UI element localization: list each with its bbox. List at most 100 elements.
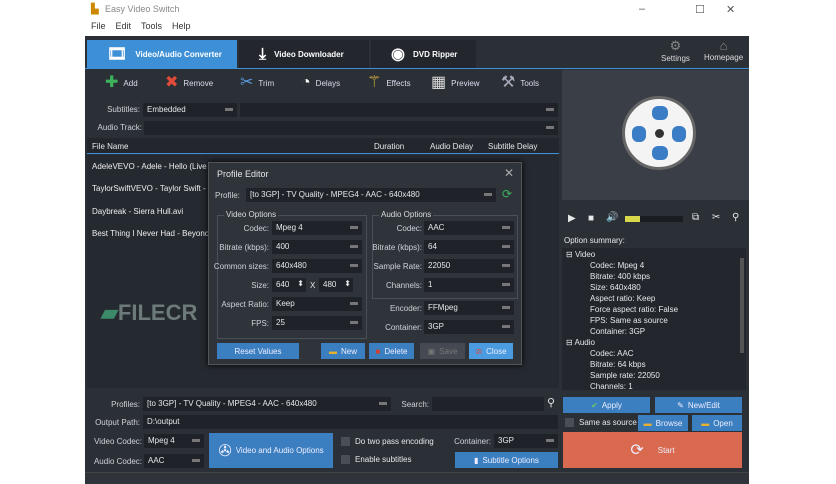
file-row[interactable]: AdeleVEVO - Adele - Hello (Live at — [92, 162, 216, 171]
tools-button[interactable]: ⚒ Tools — [501, 75, 539, 91]
menu-help[interactable]: Help — [172, 21, 191, 31]
minimize-button[interactable]: – — [639, 3, 645, 15]
remove-button[interactable]: ✖ Remove — [165, 75, 213, 91]
file-row[interactable]: Best Thing I Never Had - Beyonce. — [92, 229, 215, 238]
value: Keep — [276, 299, 295, 308]
audio-codec-select[interactable]: AAC — [144, 454, 204, 468]
tree-node-audio[interactable]: ⊟ Audio — [566, 337, 742, 348]
menu-edit[interactable]: Edit — [116, 21, 132, 31]
same-as-source-checkbox[interactable]: Same as source — [565, 418, 637, 428]
summary-scrollbar[interactable] — [740, 258, 744, 353]
homepage-label: Homepage — [704, 53, 744, 62]
title-bar: ▙ Easy Video Switch – ☐ ✕ File Edit Tool… — [85, 0, 749, 36]
settings-button[interactable]: ⚙ Settings — [661, 38, 690, 63]
tab-dvd-ripper[interactable]: ◉ DVD Ripper — [371, 40, 476, 69]
container-label: Container: — [454, 437, 491, 446]
subtitles-select[interactable]: Embedded — [143, 103, 237, 117]
enable-subtitles-label: Enable subtitles — [355, 455, 412, 464]
file-row[interactable]: Daybreak - Sierra Hull.avi — [92, 207, 183, 216]
add-button[interactable]: ✚ Add — [105, 75, 138, 91]
search-input[interactable] — [432, 397, 544, 411]
output-path-input[interactable]: D:\output — [143, 415, 558, 429]
container-select[interactable]: 3GP — [494, 434, 558, 448]
search-icon[interactable]: ⚲ — [547, 396, 555, 409]
delays-button[interactable]: ◔ Delays — [301, 75, 340, 91]
scissors-icon[interactable]: ✂ — [712, 212, 720, 223]
tab-video-downloader[interactable]: ⤓ Video Downloader — [239, 40, 369, 69]
close-dialog-button[interactable]: ⊘ Close — [469, 343, 513, 359]
tree-item: Sample rate: 22050 — [590, 371, 660, 380]
cancel-icon: ⊘ — [475, 346, 483, 356]
file-row[interactable]: TaylorSwiftVEVO - Taylor Swift - W — [92, 184, 215, 193]
menu-tools[interactable]: Tools — [141, 21, 162, 31]
volume-icon[interactable]: 🔊 — [606, 212, 618, 223]
refresh-icon[interactable]: ⟳ — [502, 187, 512, 201]
value: 64 — [428, 242, 437, 251]
output-path-label: Output Path: — [95, 418, 140, 427]
stop-button[interactable]: ■ — [588, 213, 594, 224]
column-duration[interactable]: Duration — [374, 142, 404, 151]
column-subtitle-delay[interactable]: Subtitle Delay — [488, 142, 537, 151]
browse-button[interactable]: ▬ Browse — [638, 415, 688, 431]
width-spinner[interactable]: 640 ⬍ — [272, 278, 306, 292]
common-sizes-select[interactable]: 640x480 — [272, 259, 362, 273]
dialog-close-icon[interactable]: ✕ — [504, 166, 514, 180]
maximize-button[interactable]: ☐ — [695, 3, 705, 16]
spinner-arrows-icon[interactable]: ⬍ — [344, 279, 351, 288]
video-bitrate-select[interactable]: 400 — [272, 240, 362, 254]
new-edit-button[interactable]: ✎ New/Edit — [655, 397, 742, 413]
spinner-arrows-icon[interactable]: ⬍ — [297, 279, 304, 288]
sample-rate-label: Sample Rate: — [373, 262, 422, 271]
audio-track-select[interactable] — [144, 121, 558, 135]
tree-node-video[interactable]: ⊟ Video — [566, 249, 742, 260]
video-codec-select[interactable]: Mpeg 4 — [272, 221, 362, 235]
open-button[interactable]: ▬ Open — [692, 415, 742, 431]
close-window-button[interactable]: ✕ — [726, 3, 735, 16]
column-audio-delay[interactable]: Audio Delay — [430, 142, 473, 151]
video-audio-options-button[interactable]: ✇ Video and Audio Options — [209, 433, 333, 468]
delete-profile-button[interactable]: ■ Delete — [369, 343, 414, 359]
check-icon: ✔ — [591, 400, 598, 410]
sample-rate-select[interactable]: 22050 — [424, 259, 514, 273]
channels-select[interactable]: 1 — [424, 278, 514, 292]
column-file-name[interactable]: File Name — [92, 142, 128, 151]
trim-button[interactable]: ✂ Trim — [240, 75, 274, 91]
preview-button[interactable]: ▦ Preview — [431, 75, 480, 91]
wand-icon[interactable]: ⚲ — [732, 212, 739, 223]
open-label: Open — [713, 418, 733, 428]
tree-item: Size: 640x480 — [590, 283, 641, 292]
two-pass-checkbox[interactable]: Do two pass encoding — [341, 437, 434, 447]
audio-bitrate-select[interactable]: 64 — [424, 240, 514, 254]
reset-values-button[interactable]: Reset Values — [217, 343, 299, 359]
wand-icon: ⚚ — [367, 74, 382, 91]
save-label: Save — [439, 346, 458, 356]
value: 1 — [428, 280, 433, 289]
app-window: ▙ Easy Video Switch – ☐ ✕ File Edit Tool… — [85, 0, 749, 484]
effects-button[interactable]: ⚚ Effects — [367, 75, 411, 91]
subtitle-file-select[interactable] — [240, 103, 558, 117]
tab-video-audio-converter[interactable]: 🎞 Video/Audio Converter — [87, 40, 237, 69]
audio-codec-select[interactable]: AAC — [424, 221, 514, 235]
container-select[interactable]: 3GP — [424, 320, 514, 334]
height-spinner[interactable]: 480 ⬍ — [319, 278, 353, 292]
menu-file[interactable]: File — [91, 21, 106, 31]
save-profile-button[interactable]: ▣ Save — [420, 343, 465, 359]
external-icon[interactable]: ⧉ — [692, 212, 699, 223]
new-profile-button[interactable]: ▬ New — [321, 343, 365, 359]
apply-button[interactable]: ✔ Apply — [563, 397, 650, 413]
homepage-button[interactable]: ⌂ Homepage — [704, 38, 743, 62]
enable-subtitles-checkbox[interactable]: Enable subtitles — [341, 455, 412, 465]
encoder-select[interactable]: FFMpeg — [424, 301, 514, 315]
subtitle-options-button[interactable]: ▮ Subtitle Options — [455, 452, 558, 468]
start-button[interactable]: ⟳ Start — [563, 432, 742, 468]
fps-label: FPS: — [251, 319, 269, 328]
volume-slider[interactable] — [625, 216, 683, 222]
film-icon: 🎞 — [107, 45, 128, 63]
trim-label: Trim — [258, 78, 275, 88]
aspect-ratio-select[interactable]: Keep — [272, 297, 362, 311]
profiles-select[interactable]: [to 3GP] - TV Quality - MPEG4 - AAC - 64… — [143, 397, 391, 411]
profile-select[interactable]: [to 3GP] - TV Quality - MPEG4 - AAC - 64… — [246, 188, 496, 202]
play-button[interactable]: ▶ — [568, 213, 576, 224]
video-codec-select[interactable]: Mpeg 4 — [144, 434, 204, 448]
fps-select[interactable]: 25 — [272, 316, 362, 330]
